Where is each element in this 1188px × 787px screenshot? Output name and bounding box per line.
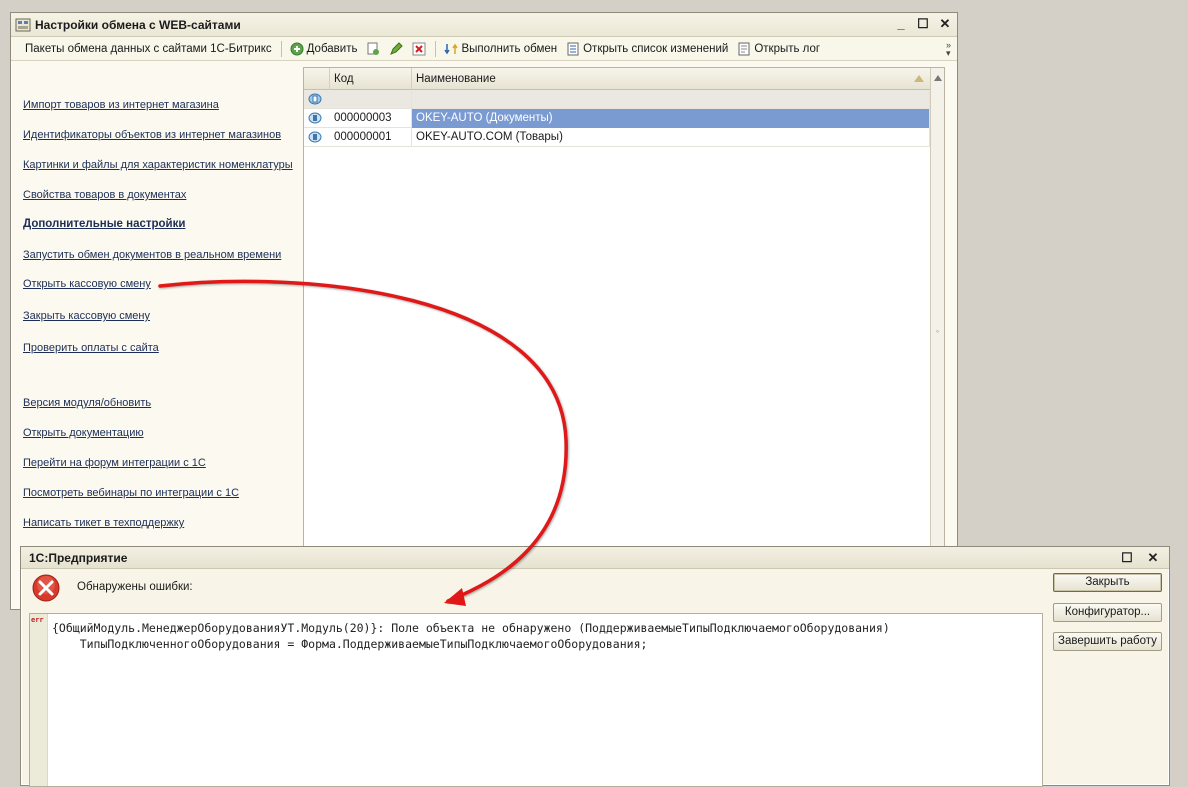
link-module-version[interactable]: Версия модуля/обновить — [23, 397, 151, 409]
link-documentation[interactable]: Открыть документацию — [23, 427, 144, 439]
configurator-button[interactable]: Конфигуратор... — [1053, 603, 1162, 622]
cell-name — [412, 90, 930, 109]
link-webinars[interactable]: Посмотреть вебинары по интеграции с 1С — [23, 487, 239, 499]
link-support-ticket[interactable]: Написать тикет в техподдержку — [23, 517, 184, 529]
list-icon — [567, 42, 579, 55]
dialog-title: 1С:Предприятие — [29, 551, 128, 565]
main-title-bar: Настройки обмена с WEB-сайтами _ ☐ ✕ — [11, 13, 957, 37]
add-button-label: Добавить — [306, 42, 358, 55]
app-settings-icon — [15, 18, 31, 32]
scroll-handle[interactable]: ◦ — [933, 326, 942, 340]
log-icon — [738, 42, 750, 55]
add-button[interactable]: Добавить — [290, 42, 358, 56]
maximize-button[interactable]: ☐ — [915, 16, 931, 32]
exchange-icon — [444, 43, 459, 54]
exit-button[interactable]: Завершить работу — [1053, 632, 1162, 651]
link-realtime-exchange[interactable]: Запустить обмен документов в реальном вр… — [23, 249, 281, 261]
table-row-group[interactable] — [304, 90, 930, 109]
toolbar: Пакеты обмена данных с сайтами 1С-Битрик… — [11, 37, 957, 61]
minimize-button[interactable]: _ — [893, 16, 909, 32]
cell-name: OKEY-AUTO.COM (Товары) — [412, 128, 930, 147]
grid-header: Код Наименование — [304, 68, 930, 90]
copy-button[interactable] — [366, 42, 380, 56]
main-window: Настройки обмена с WEB-сайтами _ ☐ ✕ Пак… — [10, 12, 958, 610]
sort-ascending-icon — [914, 75, 924, 82]
error-line-1: {ОбщийМодуль.МенеджерОборудованияУТ.Моду… — [52, 621, 890, 635]
grid-header-icon-col — [304, 68, 330, 90]
cell-code: 000000001 — [330, 128, 412, 147]
open-changes-label: Открыть список изменений — [583, 42, 729, 55]
add-icon — [290, 42, 304, 55]
column-header-name[interactable]: Наименование — [412, 68, 930, 90]
error-message: {ОбщийМодуль.МенеджерОборудованияУТ.Моду… — [52, 620, 1038, 652]
exchange-package-icon — [308, 131, 322, 143]
dialog-title-bar: 1С:Предприятие ☐ ✕ — [21, 547, 1169, 569]
error-dialog: 1С:Предприятие ☐ ✕ Обнаружены ошибки: er… — [20, 546, 1170, 787]
open-log-button[interactable]: Открыть лог — [737, 42, 820, 56]
link-forum[interactable]: Перейти на форум интеграции с 1С — [23, 457, 206, 469]
column-header-name-label: Наименование — [416, 73, 496, 85]
link-images-files[interactable]: Картинки и файлы для характеристик номен… — [23, 159, 293, 171]
table-row[interactable]: 000000003 OKEY-AUTO (Документы) — [304, 109, 930, 128]
link-check-payments[interactable]: Проверить оплаты с сайта — [23, 342, 159, 354]
column-header-code[interactable]: Код — [330, 68, 412, 90]
group-folder-icon — [308, 93, 322, 105]
link-goods-properties[interactable]: Свойства товаров в документах — [23, 189, 186, 201]
grid-scrollbar[interactable]: ◦ — [930, 68, 944, 608]
cell-code — [330, 90, 412, 109]
run-exchange-button[interactable]: Выполнить обмен — [444, 42, 557, 56]
error-marker: err — [31, 616, 44, 624]
copy-icon — [367, 42, 380, 55]
toolbar-separator — [280, 40, 282, 57]
link-additional-settings[interactable]: Дополнительные настройки — [23, 218, 185, 230]
link-open-cash-shift[interactable]: Открыть кассовую смену — [23, 278, 151, 290]
packages-grid[interactable]: Код Наименование 000000003 OKEY-AUTO (До… — [303, 67, 945, 609]
link-close-cash-shift[interactable]: Закрыть кассовую смену — [23, 310, 150, 322]
error-text-area[interactable]: err {ОбщийМодуль.МенеджерОборудованияУТ.… — [29, 613, 1043, 787]
main-window-title: Настройки обмена с WEB-сайтами — [35, 18, 241, 32]
close-button[interactable]: Закрыть — [1053, 573, 1162, 592]
packages-label[interactable]: Пакеты обмена данных с сайтами 1С-Битрик… — [25, 43, 272, 55]
error-line-2: ТипыПодключенногоОборудования = Форма.По… — [52, 637, 648, 651]
run-exchange-label: Выполнить обмен — [461, 42, 558, 55]
link-import-goods[interactable]: Импорт товаров из интернет магазина — [23, 99, 219, 111]
delete-button[interactable] — [412, 42, 426, 56]
close-window-button[interactable]: ✕ — [937, 16, 953, 32]
open-log-label: Открыть лог — [754, 42, 821, 55]
exchange-package-icon — [308, 112, 322, 124]
toolbar-separator — [435, 40, 437, 57]
error-icon — [32, 574, 60, 602]
pencil-icon — [390, 41, 404, 55]
dialog-close-button[interactable]: ✕ — [1145, 550, 1161, 566]
dialog-maximize-button[interactable]: ☐ — [1119, 550, 1135, 566]
error-gutter: err — [30, 614, 48, 786]
cell-code: 000000003 — [330, 109, 412, 128]
toolbar-more-icon[interactable]: » ▾ — [946, 41, 951, 58]
errors-caption: Обнаружены ошибки: — [77, 581, 193, 593]
edit-button[interactable] — [389, 41, 404, 56]
links-panel: Импорт товаров из интернет магазина Иден… — [11, 63, 303, 609]
scroll-up-icon[interactable] — [934, 75, 942, 81]
delete-icon — [412, 42, 426, 55]
open-changes-button[interactable]: Открыть список изменений — [566, 42, 728, 56]
cell-name: OKEY-AUTO (Документы) — [412, 109, 930, 128]
link-object-ids[interactable]: Идентификаторы объектов из интернет мага… — [23, 129, 281, 141]
table-row[interactable]: 000000001 OKEY-AUTO.COM (Товары) — [304, 128, 930, 147]
